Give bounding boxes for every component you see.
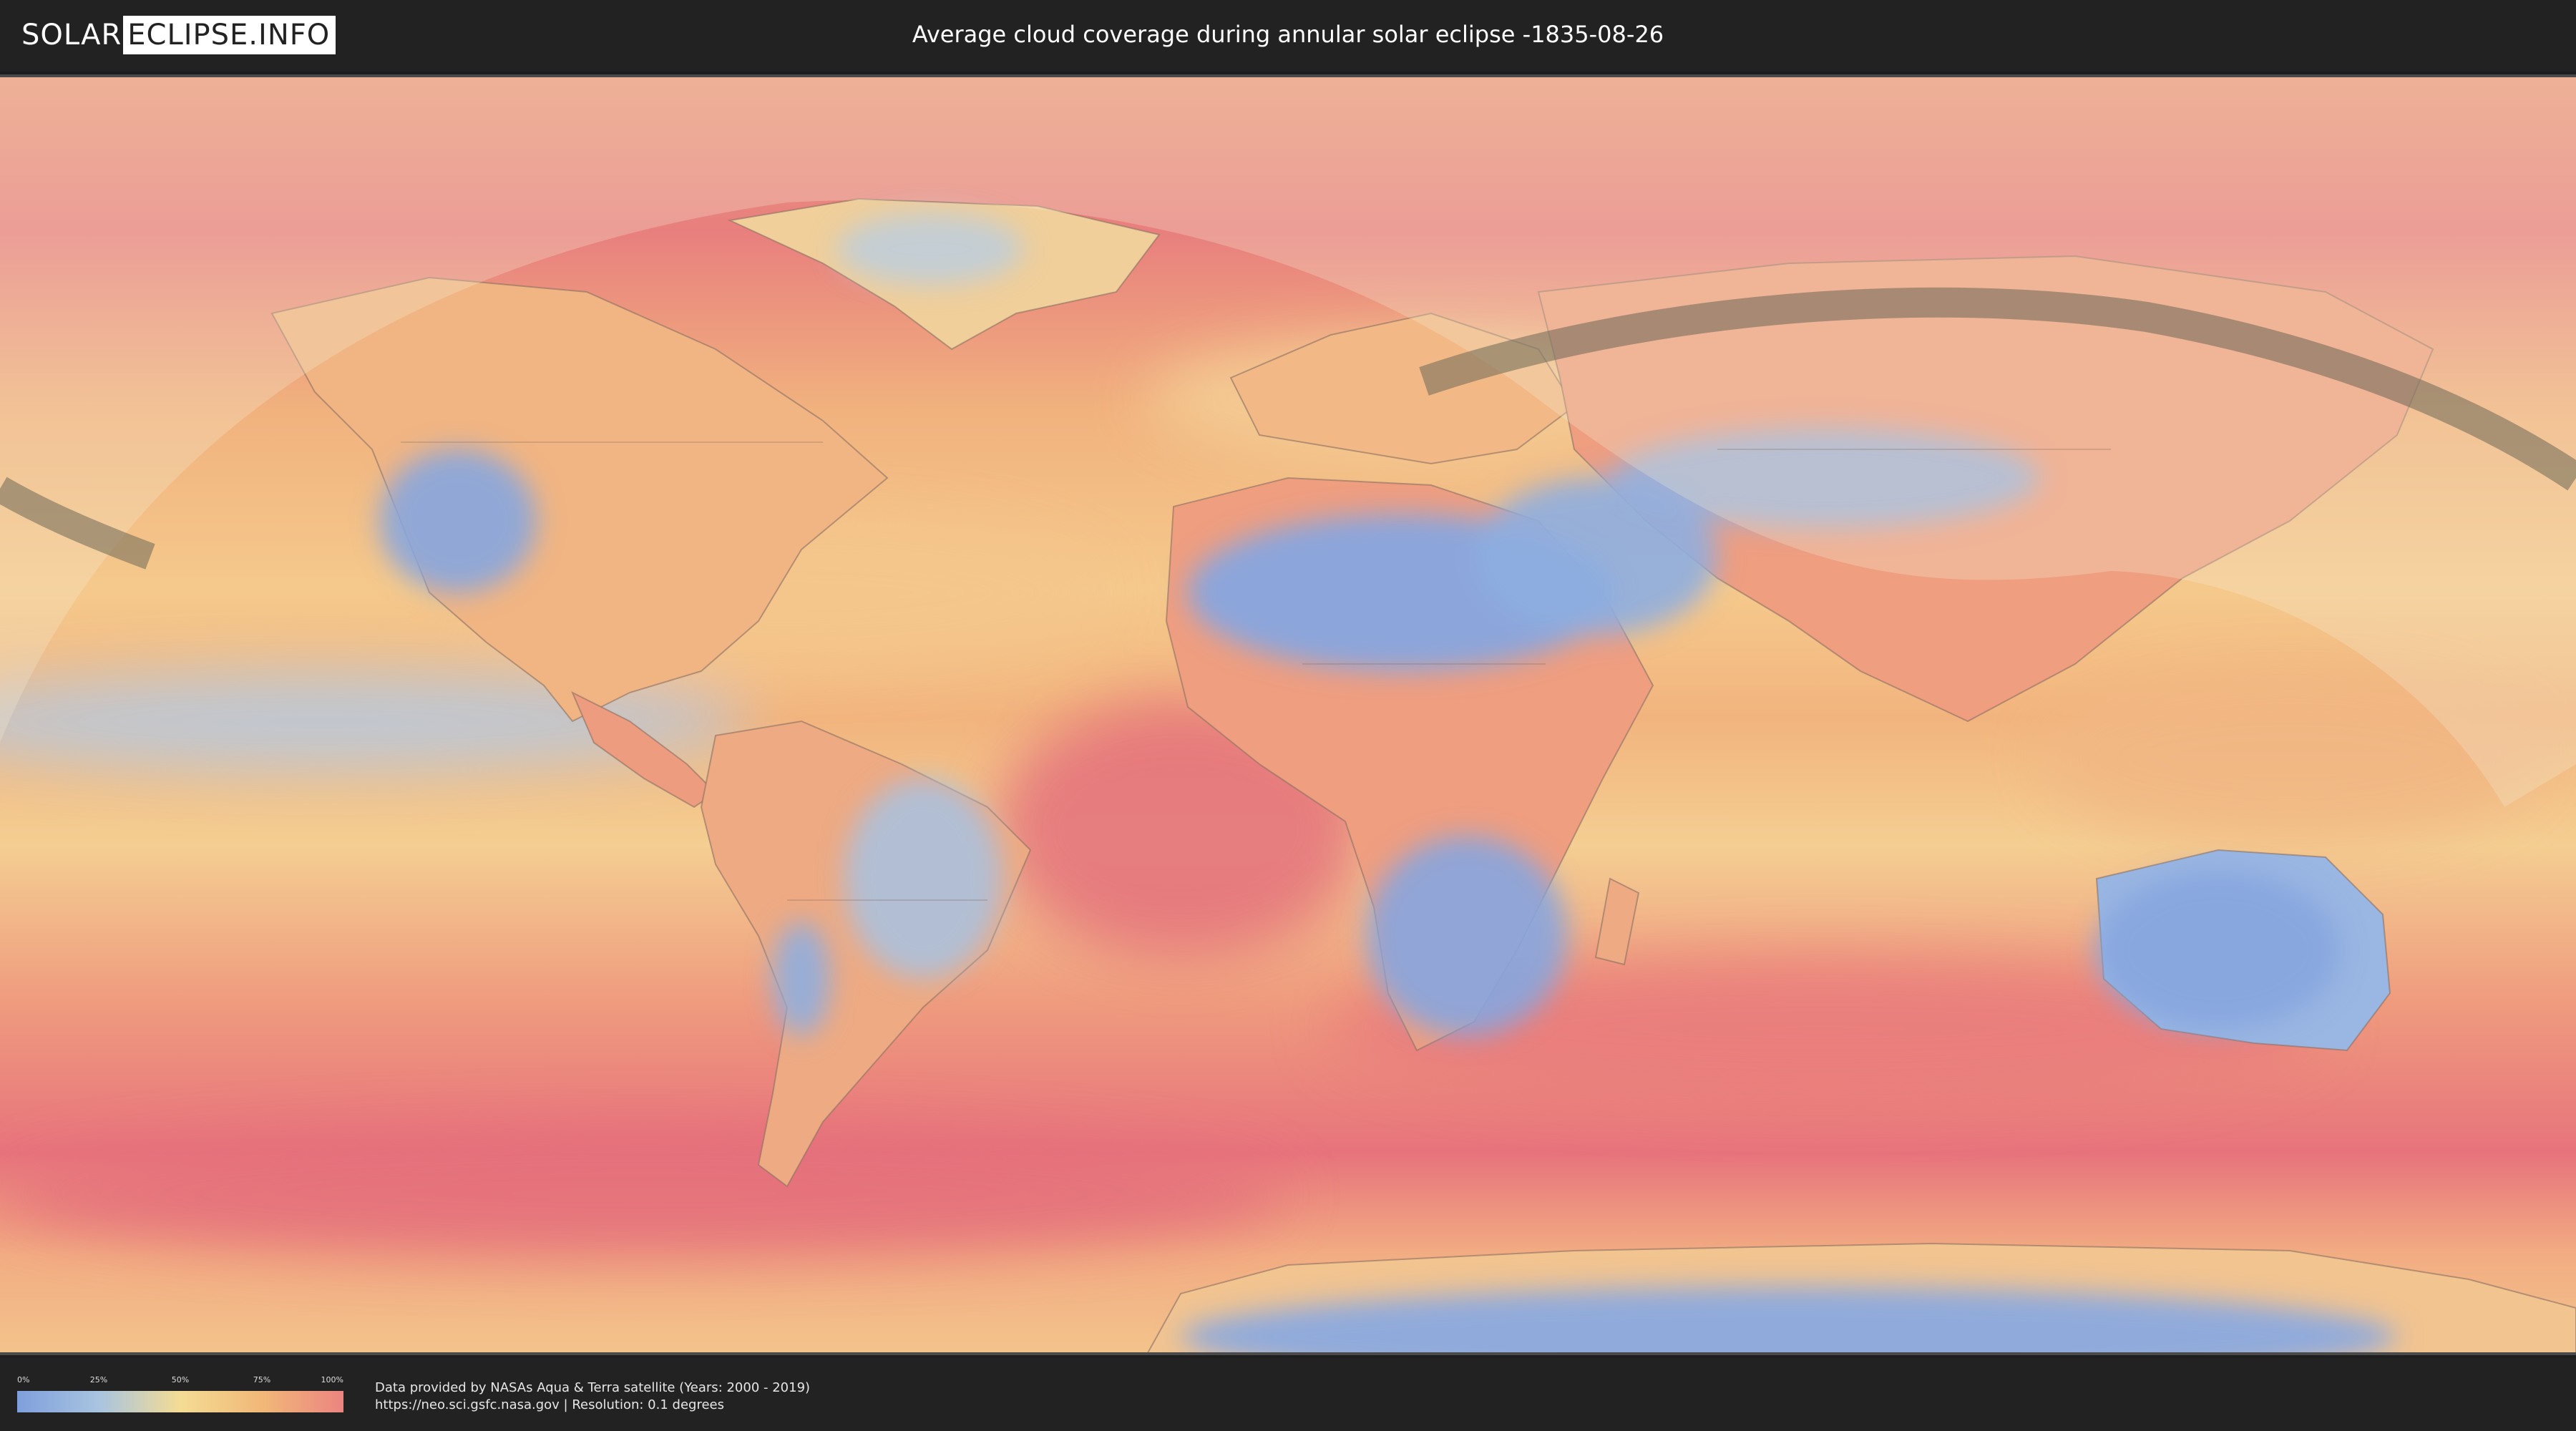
cloud-coverage-legend: 0% 25% 50% 75% 100% bbox=[17, 1375, 343, 1418]
legend-tick-75: 75% bbox=[253, 1375, 271, 1384]
world-map-graphic bbox=[0, 77, 2576, 1352]
legend-tick-50: 50% bbox=[171, 1375, 190, 1384]
legend-tick-0: 0% bbox=[17, 1375, 30, 1384]
credit-line-source: Data provided by NASAs Aqua & Terra sate… bbox=[375, 1380, 811, 1395]
legend-color-bar bbox=[17, 1391, 343, 1412]
header-bar: SOLAR ECLIPSE.INFO Average cloud coverag… bbox=[0, 0, 2576, 72]
page-title: Average cloud coverage during annular so… bbox=[912, 21, 1664, 48]
footer-bar: 0% 25% 50% 75% 100% Data provided by NAS… bbox=[0, 1358, 2576, 1431]
legend-tick-100: 100% bbox=[321, 1375, 343, 1384]
credit-line-url[interactable]: https://neo.sci.gsfc.nasa.gov | Resoluti… bbox=[375, 1397, 810, 1414]
legend-tick-25: 25% bbox=[89, 1375, 108, 1384]
cloud-coverage-map[interactable] bbox=[0, 74, 2576, 1355]
data-credits: Data provided by NASAs Aqua & Terra sate… bbox=[375, 1379, 810, 1414]
